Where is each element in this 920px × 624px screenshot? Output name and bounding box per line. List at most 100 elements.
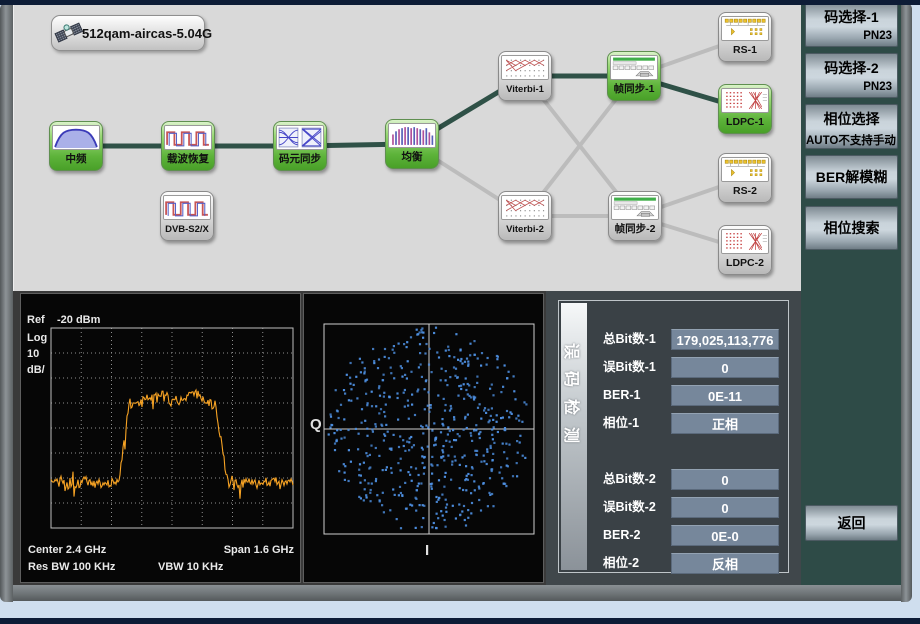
window-frame-left [0, 3, 13, 602]
phase-select-button-value: AUTO不支持手动 [806, 129, 897, 148]
ber-2-label: BER-2 [603, 525, 671, 546]
eye-diagram-icon [276, 125, 324, 150]
ldpc-icon [721, 88, 769, 113]
phase-1-value: 正相 [671, 413, 779, 434]
ber-1-value: 0E-11 [671, 385, 779, 406]
comb-icon [388, 123, 436, 148]
signal-title-node[interactable]: 512qam-aircas-5.04G [51, 15, 205, 51]
satellite-icon [54, 18, 84, 48]
flow-node-vit2[interactable]: Viterbi-2 [498, 191, 552, 241]
flow-node-label: Viterbi-2 [499, 220, 551, 239]
spectrum-ref-label: Ref [27, 314, 45, 326]
flow-node-label: LDPC-1 [719, 113, 771, 132]
ber-panel: 误码检测 总Bit数-1179,025,113,776误Bit数-10BER-1… [558, 300, 789, 573]
constellation-display: Q I [303, 293, 544, 583]
flow-node-label: 帧同步-2 [609, 220, 661, 239]
flow-node-label: 中频 [50, 150, 102, 169]
rs-circuit-icon [721, 16, 769, 41]
flow-node-eq[interactable]: 均衡 [385, 119, 439, 169]
flow-node-rs2[interactable]: RS-2 [718, 153, 772, 203]
back-button-label: 返回 [806, 506, 897, 540]
error-bits-2-label: 误Bit数-2 [603, 497, 671, 518]
ber-2-value: 0E-0 [671, 525, 779, 546]
rs-circuit-icon [721, 157, 769, 182]
frame-icon [610, 55, 658, 80]
code-select-1-button[interactable]: 码选择-1PN23 [805, 2, 898, 47]
spectrum-icon [52, 125, 100, 150]
ber-monitor-region: 误码检测 总Bit数-1179,025,113,776误Bit数-10BER-1… [546, 291, 801, 585]
phase-select-button-label: 相位选择 [806, 105, 897, 129]
squarewave-icon [164, 125, 212, 150]
spectrum-rbw-label: Res BW 100 KHz [28, 561, 115, 573]
flow-node-dvb[interactable]: DVB-S2/X [160, 191, 214, 241]
spectrum-plot [21, 294, 300, 582]
total-bits-1-value: 179,025,113,776 [671, 329, 779, 350]
spectrum-analyzer-display: Ref -20 dBm Log 10 dB/ Center 2.4 GHz Sp… [20, 293, 301, 583]
signal-title-label: 512qam-aircas-5.04G [82, 26, 212, 41]
flow-node-label: LDPC-2 [719, 254, 771, 273]
total-bits-1-label: 总Bit数-1 [603, 329, 671, 350]
code-select-1-button-label: 码选择-1 [806, 3, 897, 27]
flow-node-label: 载波恢复 [162, 150, 214, 169]
flow-node-fs1[interactable]: 帧同步-1 [607, 51, 661, 101]
ber-side-strip: 误码检测 [561, 303, 587, 570]
flow-node-fs2[interactable]: 帧同步-2 [608, 191, 662, 241]
code-select-2-button-label: 码选择-2 [806, 54, 897, 78]
constellation-i-axis-label: I [425, 542, 429, 559]
flow-node-label: DVB-S2/X [161, 220, 213, 239]
trellis-icon [501, 195, 549, 220]
phase-search-button[interactable]: 相位搜索 [805, 206, 898, 250]
flow-node-label: RS-1 [719, 41, 771, 60]
frame-icon [611, 195, 659, 220]
error-bits-1-value: 0 [671, 357, 779, 378]
phase-1-label: 相位-1 [603, 413, 671, 434]
flow-node-label: Viterbi-1 [499, 80, 551, 99]
squarewave-icon [163, 195, 211, 220]
spectrum-unit-label: dB/ [27, 364, 45, 376]
phase-search-button-label: 相位搜索 [806, 207, 897, 249]
demod-flow-diagram-panel: 512qam-aircas-5.04G 中频 载波恢复 码元同步 均衡 DVB-S2/X… [13, 4, 802, 294]
bottom-displays-section: Ref -20 dBm Log 10 dB/ Center 2.4 GHz Sp… [13, 291, 801, 585]
flow-node-carrier[interactable]: 载波恢复 [161, 121, 215, 171]
flow-node-label: 均衡 [386, 148, 438, 167]
phase-2-label: 相位-2 [603, 553, 671, 574]
spectrum-log-label: Log [27, 332, 47, 344]
window-frame-bottom [5, 585, 912, 601]
window-frame-right [901, 3, 912, 602]
spectrum-vbw-label: VBW 10 KHz [158, 561, 223, 573]
error-bits-2-value: 0 [671, 497, 779, 518]
flow-node-label: 码元同步 [274, 150, 326, 169]
flow-node-label: RS-2 [719, 182, 771, 201]
spectrum-center-label: Center 2.4 GHz [28, 544, 106, 556]
phase-select-button[interactable]: 相位选择AUTO不支持手动 [805, 104, 898, 149]
code-select-2-button[interactable]: 码选择-2PN23 [805, 53, 898, 98]
flow-node-rs1[interactable]: RS-1 [718, 12, 772, 62]
ber-1-label: BER-1 [603, 385, 671, 406]
phase-2-value: 反相 [671, 553, 779, 574]
flow-node-vit1[interactable]: Viterbi-1 [498, 51, 552, 101]
total-bits-2-value: 0 [671, 469, 779, 490]
flow-node-if[interactable]: 中频 [49, 121, 103, 171]
ldpc-icon [721, 229, 769, 254]
error-bits-1-label: 误Bit数-1 [603, 357, 671, 378]
flow-node-symsync[interactable]: 码元同步 [273, 121, 327, 171]
flow-node-ldpc2[interactable]: LDPC-2 [718, 225, 772, 275]
constellation-q-axis-label: Q [310, 416, 322, 433]
code-select-2-button-value: PN23 [806, 78, 897, 93]
flow-node-ldpc1[interactable]: LDPC-1 [718, 84, 772, 134]
code-select-1-button-value: PN23 [806, 27, 897, 42]
trellis-icon [501, 55, 549, 80]
flow-node-label: 帧同步-1 [608, 80, 660, 99]
ber-side-strip-label: 误码检测 [563, 343, 585, 533]
ber-deblur-button[interactable]: BER解模糊 [805, 155, 898, 199]
ber-deblur-button-label: BER解模糊 [806, 156, 897, 198]
spectrum-scale-label: 10 [27, 348, 39, 360]
window-bottom-strip [0, 618, 920, 624]
sidebar-menu: 码选择-1PN23码选择-2PN23相位选择AUTO不支持手动BER解模糊相位搜… [801, 0, 901, 585]
total-bits-2-label: 总Bit数-2 [603, 469, 671, 490]
window-top-strip [0, 0, 920, 5]
constellation-plot [304, 294, 543, 582]
spectrum-ref-value: -20 dBm [57, 314, 100, 326]
back-button[interactable]: 返回 [805, 505, 898, 541]
spectrum-span-label: Span 1.6 GHz [224, 544, 294, 556]
